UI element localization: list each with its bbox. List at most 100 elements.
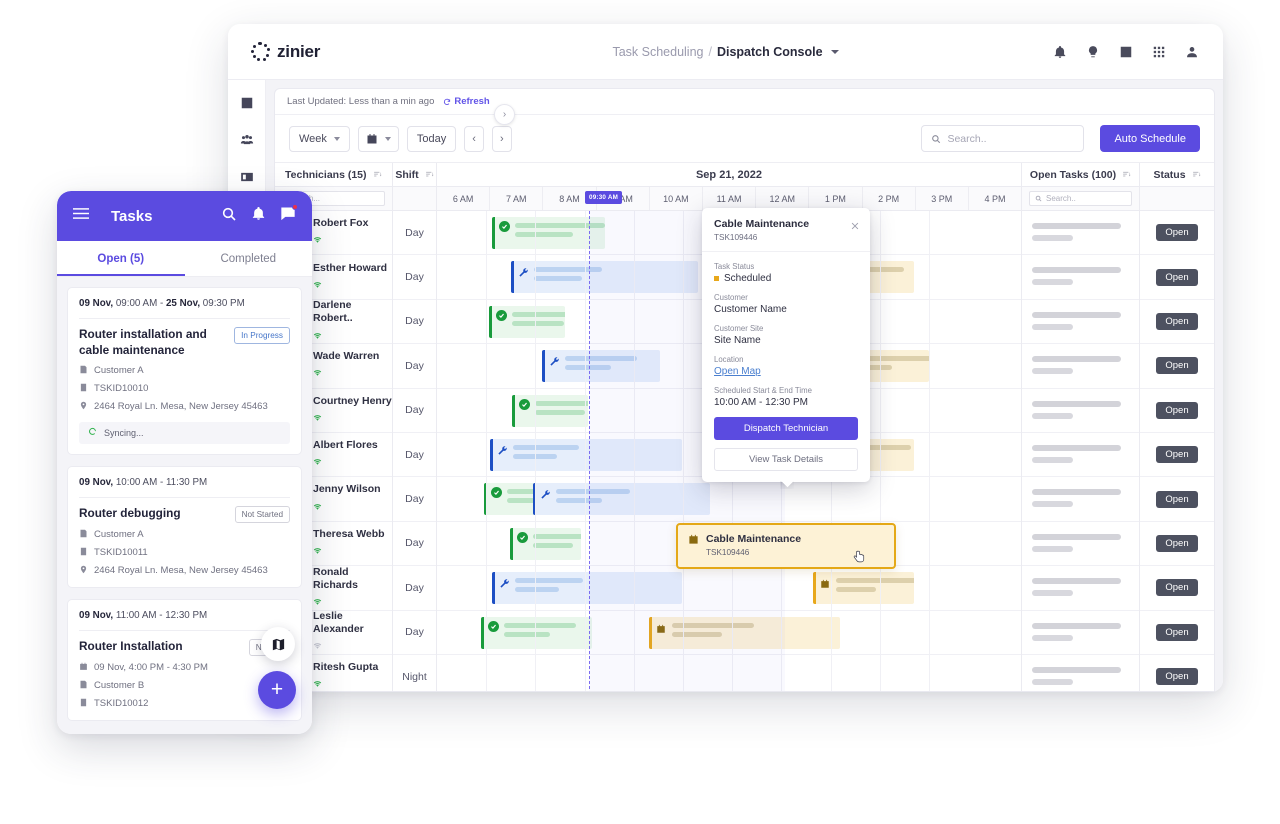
messages-icon[interactable] xyxy=(280,204,298,226)
task-sub-placeholder xyxy=(1032,456,1073,463)
dragged-task-card[interactable]: Cable Maintenance TSK109446 xyxy=(676,523,896,569)
sidebar-item-analytics[interactable] xyxy=(240,96,254,115)
hamburger-menu-icon[interactable] xyxy=(73,207,89,225)
field-value-customer: Customer Name xyxy=(714,304,787,315)
open-task-row[interactable] xyxy=(1022,255,1139,300)
status-badge[interactable]: Open xyxy=(1156,534,1198,552)
refresh-button[interactable]: Refresh xyxy=(443,96,490,107)
open-task-row[interactable] xyxy=(1022,522,1139,567)
timeline-task-bar[interactable] xyxy=(490,438,682,471)
dispatch-technician-button[interactable]: Dispatch Technician xyxy=(714,417,858,440)
close-icon[interactable] xyxy=(850,218,860,236)
status-badge[interactable]: Open xyxy=(1156,579,1198,597)
timeline-task-bar[interactable] xyxy=(648,616,841,649)
tab-completed[interactable]: Completed xyxy=(185,241,313,276)
ideas-bulb-icon[interactable] xyxy=(1086,45,1100,59)
open-task-row[interactable] xyxy=(1022,211,1139,256)
shift-cell: Day xyxy=(393,611,436,655)
timeline-row[interactable] xyxy=(437,566,1021,611)
map-fab[interactable] xyxy=(261,627,295,661)
open-tasks-search-input[interactable]: Search.. xyxy=(1029,191,1132,206)
open-task-row[interactable] xyxy=(1022,611,1139,655)
search-icon[interactable] xyxy=(221,206,237,227)
breadcrumb-current[interactable]: Dispatch Console xyxy=(717,45,823,59)
screenshot-root: zinier Task Scheduling / Dispatch Consol… xyxy=(0,0,1280,824)
connection-status-icon xyxy=(313,643,322,650)
timeline-task-bar[interactable] xyxy=(481,616,592,649)
user-account-icon[interactable] xyxy=(1185,45,1199,59)
chevron-down-icon[interactable] xyxy=(830,49,839,54)
status-badge[interactable]: Open xyxy=(1156,357,1198,375)
status-badge[interactable]: Open xyxy=(1156,312,1198,330)
auto-schedule-button[interactable]: Auto Schedule xyxy=(1100,125,1200,152)
timeline-task-bar[interactable] xyxy=(489,305,566,338)
notifications-icon[interactable] xyxy=(251,206,266,226)
open-task-row[interactable] xyxy=(1022,433,1139,478)
view-task-details-button[interactable]: View Task Details xyxy=(714,448,858,471)
sort-icon[interactable] xyxy=(1122,170,1131,179)
task-meta-text: Customer A xyxy=(94,365,144,377)
shift-subheader xyxy=(393,187,436,211)
timeline-task-bar[interactable] xyxy=(812,572,914,605)
status-badge[interactable]: Open xyxy=(1156,668,1198,686)
brand-logo[interactable]: zinier xyxy=(228,42,320,62)
sidebar-item-teams[interactable] xyxy=(240,133,254,152)
status-badge[interactable]: Open xyxy=(1156,623,1198,641)
task-meta-row: 2464 Royal Ln. Mesa, New Jersey 45463 xyxy=(79,401,290,413)
next-period-button[interactable]: › xyxy=(491,125,512,152)
task-meta-row: Customer A xyxy=(79,529,290,541)
notifications-icon[interactable] xyxy=(1053,45,1067,59)
timeline-task-bar[interactable] xyxy=(511,394,589,427)
sort-icon[interactable] xyxy=(1192,170,1201,179)
mobile-task-card[interactable]: 09 Nov, 09:00 AM - 25 Nov, 09:30 PM Rout… xyxy=(67,287,302,455)
today-button[interactable]: Today xyxy=(406,125,457,152)
sort-icon[interactable] xyxy=(425,170,434,179)
mobile-task-card[interactable]: 09 Nov, 10:00 AM - 11:30 PM Router debug… xyxy=(67,465,302,588)
timeline-row[interactable] xyxy=(437,611,1021,655)
task-content-placeholder xyxy=(835,577,914,593)
prev-period-button[interactable]: ‹ xyxy=(464,125,484,152)
connection-status-icon xyxy=(313,332,322,339)
technician-name: Theresa Webb xyxy=(313,527,385,540)
messages-icon[interactable] xyxy=(1119,45,1133,59)
open-map-link[interactable]: Open Map xyxy=(714,366,858,377)
timeline-task-bar[interactable] xyxy=(492,572,682,605)
task-meta-row: TSKID10011 xyxy=(79,547,290,559)
open-task-row[interactable] xyxy=(1022,477,1139,522)
breadcrumb-parent[interactable]: Task Scheduling xyxy=(612,45,703,59)
status-cell: Open xyxy=(1140,300,1214,345)
task-accent-bar xyxy=(511,394,515,427)
sort-icon[interactable] xyxy=(373,170,382,179)
task-date-range: 09 Nov, 10:00 AM - 11:30 PM xyxy=(79,476,208,488)
open-task-row[interactable] xyxy=(1022,344,1139,389)
open-task-row[interactable] xyxy=(1022,300,1139,345)
technician-name: Courtney Henry xyxy=(313,394,392,407)
apps-grid-icon[interactable] xyxy=(1152,45,1166,59)
status-badge[interactable]: Open xyxy=(1156,268,1198,286)
sidebar-expand-toggle[interactable]: › xyxy=(494,104,515,125)
search-input[interactable]: Search.. xyxy=(921,125,1085,152)
status-badge[interactable]: Open xyxy=(1156,224,1198,242)
open-task-row[interactable] xyxy=(1022,389,1139,433)
open-task-row[interactable] xyxy=(1022,566,1139,611)
technician-name: Albert Flores xyxy=(313,439,378,452)
last-updated-bar: Last Updated: Less than a min ago Refres… xyxy=(275,89,1214,115)
open-task-row[interactable] xyxy=(1022,655,1139,691)
sidebar-item-contacts[interactable] xyxy=(240,170,254,189)
status-badge[interactable]: Open xyxy=(1156,401,1198,419)
timeline-task-bar[interactable] xyxy=(509,527,582,560)
add-task-fab[interactable]: + xyxy=(258,671,296,709)
tab-open[interactable]: Open (5) xyxy=(57,241,185,276)
timeline-task-bar[interactable] xyxy=(510,261,698,294)
status-badge[interactable]: Open xyxy=(1156,490,1198,508)
timeline-row[interactable] xyxy=(437,477,1021,522)
technician-name: Robert Fox xyxy=(313,217,369,230)
open-tasks-header: Open Tasks (100) xyxy=(1022,163,1139,187)
task-status-chip: In Progress xyxy=(234,327,290,344)
view-select[interactable]: Week xyxy=(289,125,350,152)
timeline-row[interactable] xyxy=(437,655,1021,691)
connection-status-icon xyxy=(313,237,322,243)
status-badge[interactable]: Open xyxy=(1156,446,1198,464)
timeline-task-bar[interactable] xyxy=(542,350,661,383)
date-picker-button[interactable] xyxy=(357,125,399,152)
